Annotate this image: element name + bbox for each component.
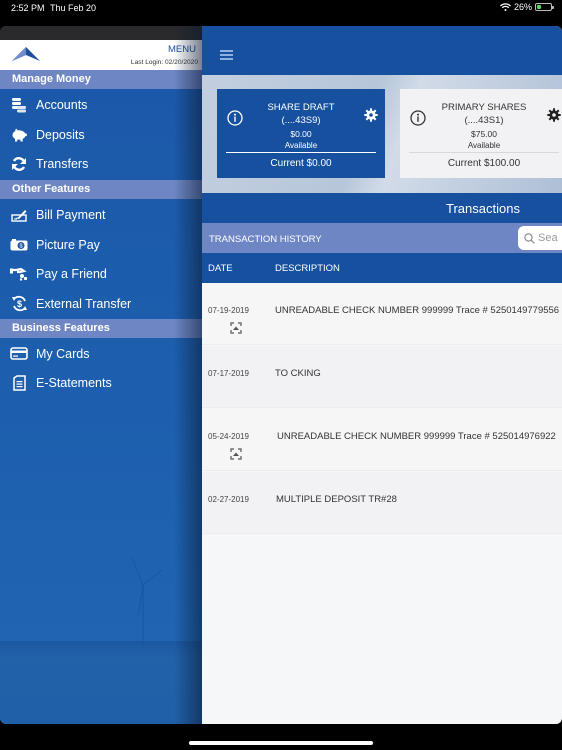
available-amount: $0.00 <box>290 129 312 139</box>
transaction-date: 07-19-2019 <box>208 306 249 315</box>
main-panel: SHARE DRAFT (....43S9) $0.00 Available C… <box>202 26 562 724</box>
last-login: Last Login: 02/20/2020 <box>130 59 198 66</box>
wind-turbine-background-image <box>131 557 163 654</box>
status-indicators: 26% <box>500 2 554 12</box>
home-indicator[interactable] <box>189 741 373 745</box>
search-placeholder: Sea <box>538 232 558 244</box>
transactions-title: Transactions <box>446 201 520 216</box>
account-name: SHARE DRAFT <box>267 102 335 113</box>
sidebar-header: MENU Last Login: 02/20/2020 <box>0 40 202 70</box>
signing-check-icon <box>9 205 29 225</box>
sidebar-item-bill-payment[interactable]: Bill Payment <box>0 200 202 229</box>
sidebar-item-label: External Transfer <box>36 296 132 311</box>
transaction-description: UNREADABLE CHECK NUMBER 999999 Trace # 5… <box>275 305 560 316</box>
sidebar-item-e-statements[interactable]: E-Statements <box>0 368 202 397</box>
hamburger-icon[interactable] <box>220 50 233 60</box>
status-time: 2:52 PM <box>11 3 45 13</box>
sidebar: MENU Last Login: 02/20/2020 Manage Money… <box>0 26 202 724</box>
transaction-date: 07-17-2019 <box>208 369 249 378</box>
sidebar-item-label: Accounts <box>36 97 88 112</box>
available-amount: $75.00 <box>471 129 497 139</box>
sidebar-item-external-transfer[interactable]: $ External Transfer <box>0 289 202 318</box>
sidebar-item-label: Transfers <box>36 156 89 171</box>
account-name: PRIMARY SHARES <box>441 102 527 113</box>
search-icon <box>524 232 535 244</box>
hand-coins-icon <box>9 264 29 284</box>
available-label: Available <box>467 141 501 150</box>
card-divider <box>409 152 559 153</box>
account-card-share-draft[interactable]: SHARE DRAFT (....43S9) $0.00 Available C… <box>217 89 385 178</box>
dollar-cycle-icon: $ <box>9 294 29 314</box>
transaction-description: TO CKING <box>275 368 321 379</box>
account-card-primary-shares[interactable]: PRIMARY SHARES (....43S1) $75.00 Availab… <box>400 89 562 178</box>
transactions-header: Transactions <box>202 193 562 223</box>
section-other-features: Other Features <box>0 180 202 199</box>
sidebar-item-label: Picture Pay <box>36 237 100 252</box>
gear-icon[interactable] <box>547 108 561 122</box>
sidebar-item-label: Deposits <box>36 127 85 142</box>
account-number: (....43S1) <box>464 115 504 126</box>
svg-text:$: $ <box>16 299 21 309</box>
status-bar: 2:52 PM Thu Feb 20 26% <box>0 0 562 26</box>
sidebar-item-label: My Cards <box>36 346 90 361</box>
coins-stack-icon <box>9 95 29 115</box>
menu-label: MENU <box>168 44 196 55</box>
transaction-history-label: TRANSACTION HISTORY <box>209 234 322 245</box>
sea-background-image <box>0 641 202 724</box>
current-balance: Current $100.00 <box>447 158 521 169</box>
sidebar-top-strip <box>0 26 202 40</box>
table-row[interactable]: 02-27-2019 MULTIPLE DEPOSIT TR#28 <box>202 472 562 534</box>
search-input[interactable]: Sea <box>518 226 562 250</box>
available-label: Available <box>284 141 318 150</box>
transaction-description: UNREADABLE CHECK NUMBER 999999 Trace # 5… <box>277 431 556 442</box>
transaction-date: 02-27-2019 <box>208 495 249 504</box>
current-balance: Current $0.00 <box>270 158 332 169</box>
sidebar-item-label: E-Statements <box>36 375 112 390</box>
check-image-icon[interactable] <box>230 322 242 334</box>
sync-arrows-icon <box>9 154 29 174</box>
section-manage-money: Manage Money <box>0 70 202 89</box>
gear-icon[interactable] <box>364 108 378 122</box>
transaction-history-bar: TRANSACTION HISTORY Sea <box>202 223 562 253</box>
transaction-description: MULTIPLE DEPOSIT TR#28 <box>276 494 397 505</box>
table-header: DATE DESCRIPTION <box>202 253 562 283</box>
sidebar-item-my-cards[interactable]: My Cards <box>0 339 202 368</box>
table-row[interactable]: 07-19-2019 UNREADABLE CHECK NUMBER 99999… <box>202 283 562 345</box>
sidebar-item-deposits[interactable]: Deposits <box>0 120 202 149</box>
check-image-icon[interactable] <box>230 448 242 460</box>
wifi-icon <box>500 3 511 11</box>
account-cards-carousel: SHARE DRAFT (....43S9) $0.00 Available C… <box>202 75 562 193</box>
account-number: (....43S9) <box>281 115 321 126</box>
logo-icon <box>12 47 40 61</box>
sidebar-item-label: Pay a Friend <box>36 266 107 281</box>
battery-percent: 26% <box>513 2 532 12</box>
column-header-description[interactable]: DESCRIPTION <box>275 263 340 274</box>
camera-money-icon: $ <box>9 235 29 255</box>
svg-text:$: $ <box>19 243 22 249</box>
sidebar-item-label: Bill Payment <box>36 207 106 222</box>
column-header-date[interactable]: DATE <box>208 263 233 274</box>
sidebar-item-transfers[interactable]: Transfers <box>0 149 202 178</box>
battery-charging-icon <box>535 3 554 11</box>
sidebar-item-pay-a-friend[interactable]: Pay a Friend <box>0 259 202 288</box>
status-date: Thu Feb 20 <box>50 3 97 13</box>
table-row[interactable]: 05-24-2019 UNREADABLE CHECK NUMBER 99999… <box>202 409 562 471</box>
piggy-bank-icon <box>9 125 29 145</box>
card-divider <box>226 152 376 153</box>
sidebar-item-picture-pay[interactable]: $ Picture Pay <box>0 230 202 259</box>
section-business-features: Business Features <box>0 319 202 338</box>
top-nav-bar <box>202 26 562 75</box>
app-window: MENU Last Login: 02/20/2020 Manage Money… <box>0 26 562 724</box>
sidebar-item-accounts[interactable]: Accounts <box>0 90 202 119</box>
battery-level <box>537 5 541 9</box>
credit-card-icon <box>9 344 29 364</box>
document-icon <box>9 373 29 393</box>
table-row[interactable]: 07-17-2019 TO CKING <box>202 346 562 408</box>
transaction-date: 05-24-2019 <box>208 432 249 441</box>
